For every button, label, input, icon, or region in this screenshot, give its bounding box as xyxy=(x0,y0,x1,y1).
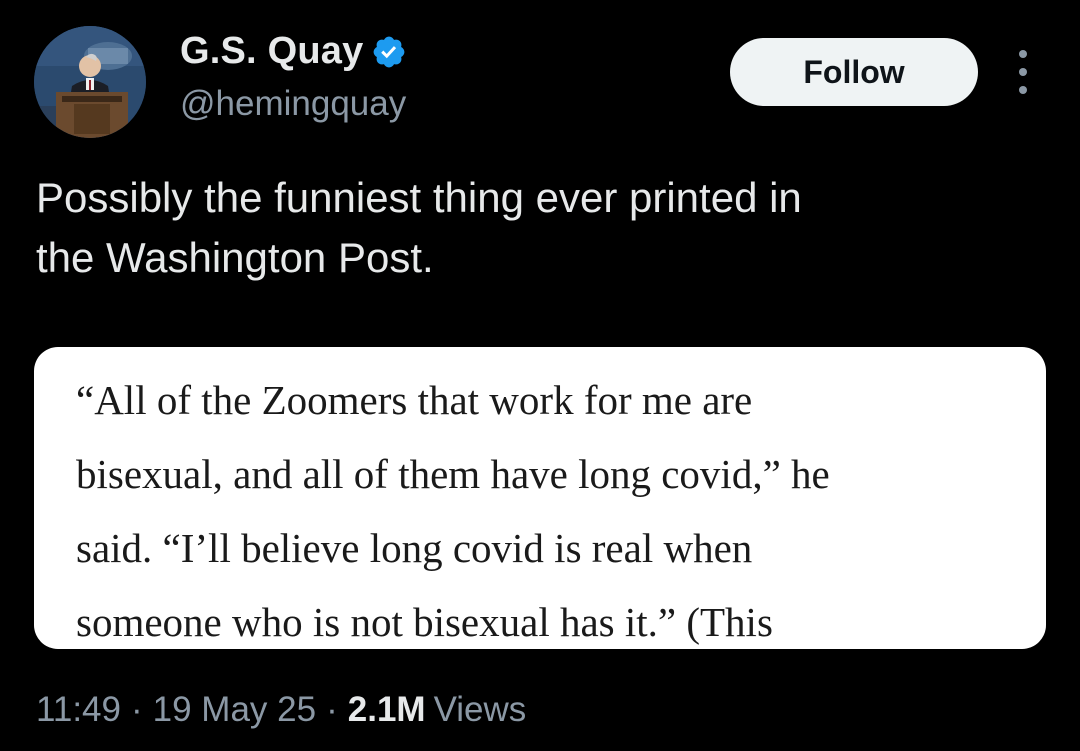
more-dot xyxy=(1019,86,1027,94)
tweet-meta: 11:49 · 19 May 25 · 2.1M Views xyxy=(36,690,526,730)
tweet-text: Possibly the funniest thing ever printed… xyxy=(36,174,802,281)
author-display-name[interactable]: G.S. Quay xyxy=(180,30,363,73)
meta-separator: · xyxy=(131,690,143,729)
verified-badge-icon xyxy=(374,36,405,67)
tweet-media-image[interactable]: “All of the Zoomers that work for me are… xyxy=(34,347,1046,649)
author-handle[interactable]: @hemingquay xyxy=(180,84,406,124)
avatar-podium-photo xyxy=(34,26,146,138)
more-options-icon[interactable] xyxy=(1008,50,1038,94)
author-name-row: G.S. Quay xyxy=(180,30,407,73)
more-dot xyxy=(1019,68,1027,76)
meta-separator: · xyxy=(326,690,338,729)
more-dot xyxy=(1019,50,1027,58)
tweet-time[interactable]: 11:49 xyxy=(36,690,121,730)
follow-button[interactable]: Follow xyxy=(730,38,978,106)
quoted-article-text: “All of the Zoomers that work for me are… xyxy=(76,377,830,645)
tweet-date[interactable]: 19 May 25 xyxy=(153,690,316,730)
views-label: Views xyxy=(433,690,527,729)
avatar[interactable] xyxy=(34,26,146,138)
views-count: 2.1M xyxy=(347,690,426,729)
